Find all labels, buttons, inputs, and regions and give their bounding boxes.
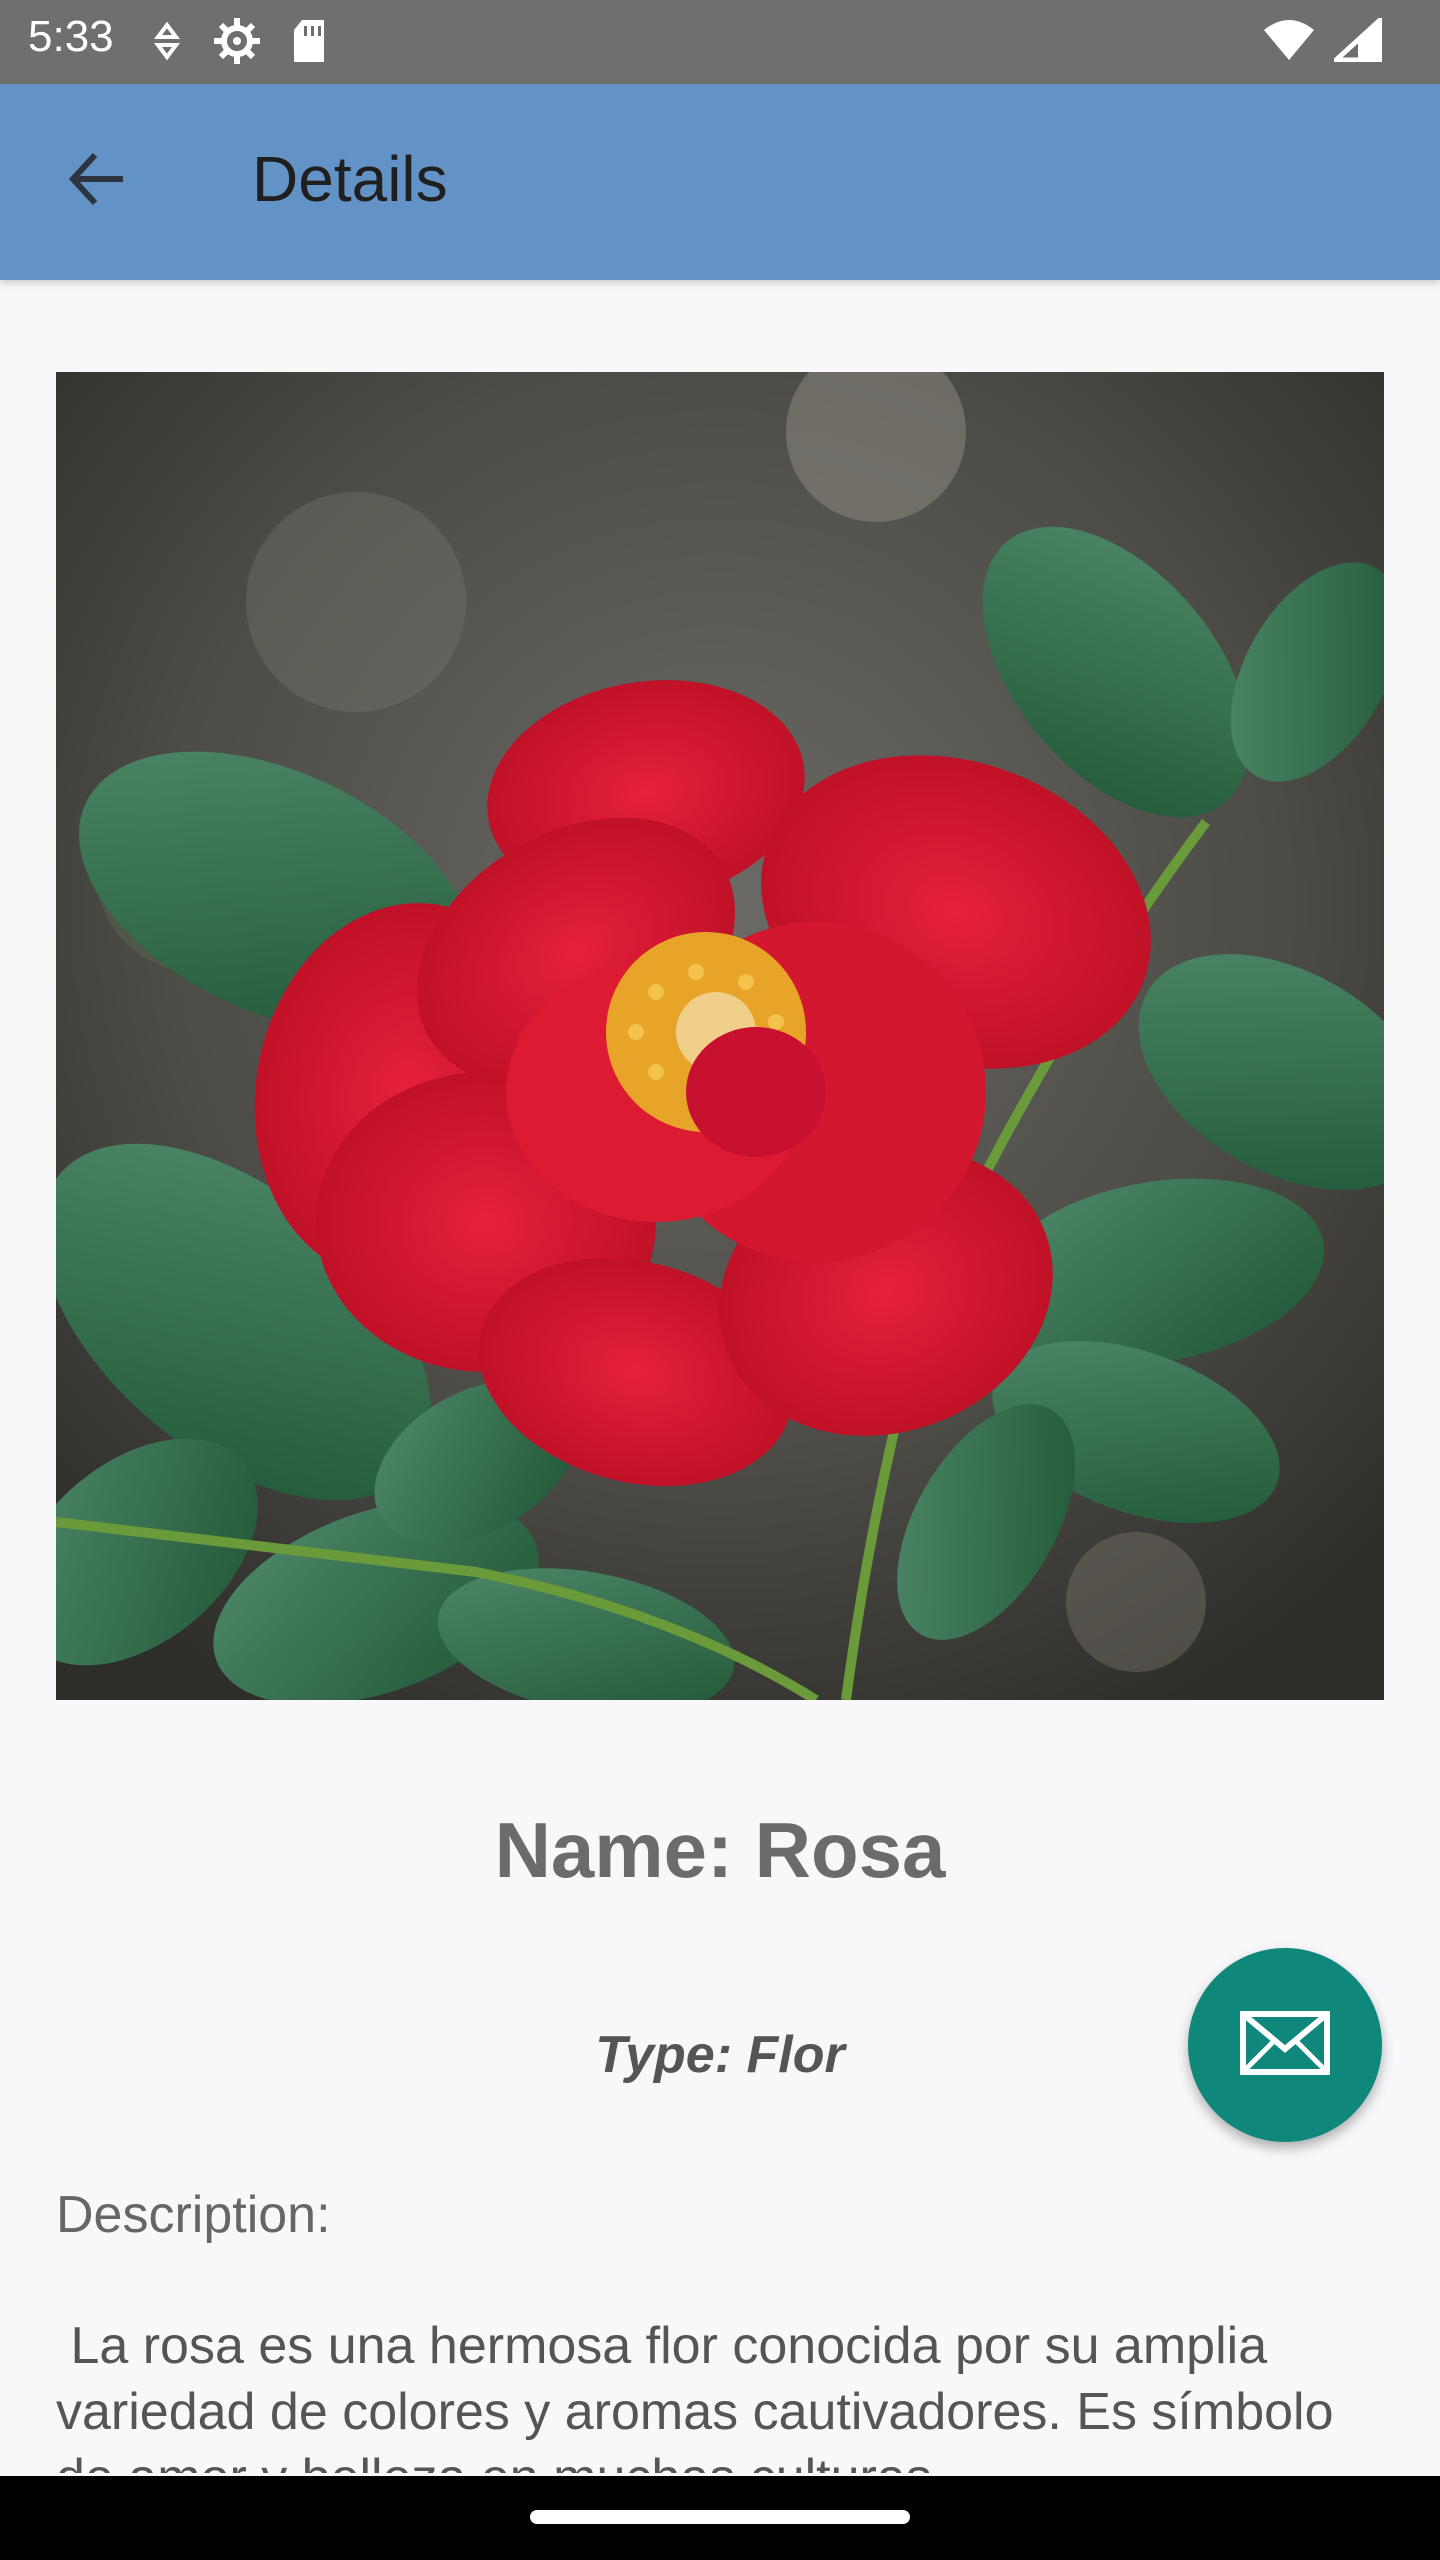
signal-icon [1329, 14, 1383, 66]
back-button[interactable] [52, 136, 142, 226]
settings-gear-icon [212, 16, 262, 70]
home-gesture-handle[interactable] [530, 2510, 910, 2524]
status-bar: 5:33 [0, 0, 1440, 84]
email-fab-button[interactable] [1188, 1948, 1382, 2142]
app-bar: Details [0, 84, 1440, 280]
navigation-bar [0, 2476, 1440, 2560]
arrow-back-icon [65, 147, 129, 215]
page-title: Details [252, 143, 448, 215]
status-icons-left [150, 16, 328, 70]
red-rose-photo [56, 372, 1384, 1700]
mail-icon [1240, 2011, 1330, 2079]
description-text: La rosa es una hermosa flor conocida por… [56, 2317, 1334, 2473]
sd-card-icon [290, 18, 328, 68]
description-label: Description: [56, 2186, 331, 2244]
name-title: Name: Rosa [494, 1806, 946, 1894]
status-time: 5:33 [28, 12, 114, 61]
wifi-icon [1262, 18, 1316, 66]
status-icons-right [1262, 14, 1383, 66]
data-saver-icon [150, 21, 184, 65]
